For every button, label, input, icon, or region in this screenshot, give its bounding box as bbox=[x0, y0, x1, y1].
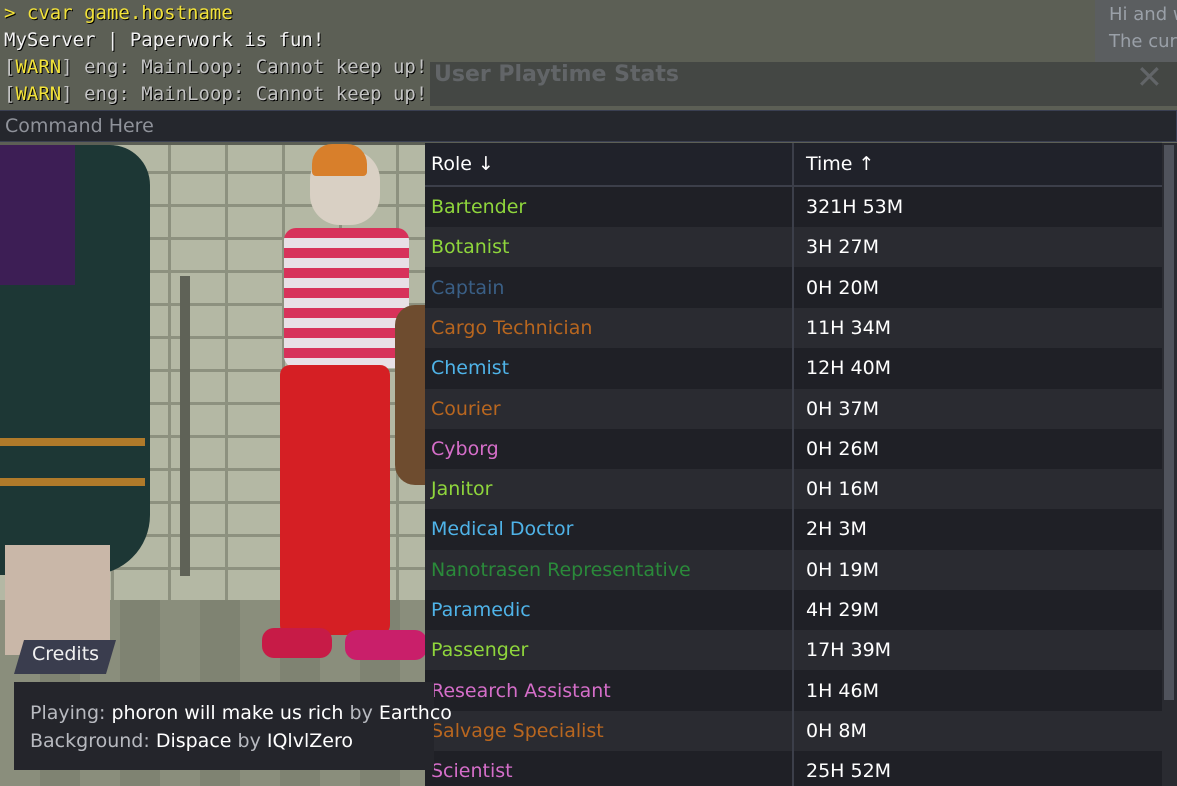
time-cell: 17H 39M bbox=[806, 639, 892, 662]
role-column-header[interactable]: Role ↓ bbox=[431, 143, 494, 185]
chat-line: The cur bbox=[1109, 31, 1177, 52]
track-title: phoron will make us rich bbox=[111, 702, 344, 724]
time-cell: 0H 37M bbox=[806, 397, 879, 420]
warn-tag: WARN bbox=[15, 56, 62, 78]
console-line: MyServer | Paperwork is fun! bbox=[4, 29, 325, 51]
console-command: cvar game.hostname bbox=[15, 2, 233, 24]
background-artist: IQlvlZero bbox=[266, 730, 353, 752]
time-cell: 4H 29M bbox=[806, 599, 879, 621]
warn-bracket: ] bbox=[61, 56, 73, 78]
console-line: > cvar game.hostname bbox=[4, 0, 233, 27]
time-cell: 1H 46M bbox=[806, 679, 879, 702]
time-cell: 321H 53M bbox=[806, 196, 904, 218]
playing-label: Playing: bbox=[30, 702, 106, 724]
clown-shoe bbox=[262, 628, 332, 658]
prompt-symbol: > bbox=[4, 2, 16, 24]
role-cell: Captain bbox=[431, 276, 505, 299]
console-message: eng: MainLoop: Cannot keep up! bbox=[72, 83, 428, 105]
by-label: by bbox=[237, 730, 261, 752]
credits-panel bbox=[14, 682, 434, 770]
clown-pants bbox=[280, 365, 390, 635]
time-cell: 0H 26M bbox=[806, 437, 879, 460]
console-log: > cvar game.hostname MyServer | Paperwor… bbox=[0, 0, 1095, 108]
role-cell: Bartender bbox=[431, 196, 527, 218]
role-cell: Research Assistant bbox=[431, 679, 611, 702]
playtime-table: Role ↓ Time ↑ Bartender 321H 53M Botanist 3… bbox=[425, 143, 1162, 786]
track-artist: Earthco bbox=[378, 702, 452, 724]
warn-bracket: [ bbox=[4, 56, 16, 78]
chat-panel[interactable]: Hi and w The cur bbox=[1095, 0, 1177, 62]
role-cell: Chemist bbox=[431, 357, 510, 380]
role-cell: Medical Doctor bbox=[431, 518, 574, 541]
time-cell: 0H 8M bbox=[806, 719, 867, 742]
time-cell: 0H 16M bbox=[806, 478, 879, 501]
role-cell: Passenger bbox=[431, 639, 529, 662]
background-title: Dispace bbox=[155, 730, 232, 752]
now-playing: Playing: phoron will make us rich by Ear… bbox=[30, 702, 452, 724]
cloak-trim bbox=[0, 478, 145, 486]
clown-shirt bbox=[284, 228, 409, 368]
background-label: Background: bbox=[30, 730, 150, 752]
role-cell: Paramedic bbox=[431, 599, 531, 621]
role-cell: Courier bbox=[431, 397, 501, 420]
warn-tag: WARN bbox=[15, 83, 62, 105]
background-credit: Background: Dispace by IQlvlZero bbox=[30, 730, 353, 752]
time-cell: 0H 19M bbox=[806, 558, 879, 581]
command-input[interactable] bbox=[0, 110, 1177, 142]
dev-console: > cvar game.hostname MyServer | Paperwor… bbox=[0, 0, 1177, 145]
time-cell: 2H 3M bbox=[806, 518, 867, 541]
role-cell: Cargo Technician bbox=[431, 316, 593, 339]
by-label: by bbox=[349, 702, 373, 724]
column-divider bbox=[792, 143, 794, 786]
close-icon[interactable]: ✕ bbox=[1136, 58, 1163, 96]
clown-shoe bbox=[345, 630, 427, 660]
console-line: [WARN] eng: MainLoop: Cannot keep up! bbox=[4, 54, 427, 81]
console-line: [WARN] eng: MainLoop: Cannot keep up! bbox=[4, 81, 427, 108]
time-cell: 12H 40M bbox=[806, 357, 892, 380]
time-cell: 11H 34M bbox=[806, 316, 892, 339]
console-message: eng: MainLoop: Cannot keep up! bbox=[72, 56, 428, 78]
cloak-purple-hood bbox=[0, 145, 75, 285]
cloak-trim bbox=[0, 438, 145, 446]
time-column-header[interactable]: Time ↑ bbox=[806, 143, 874, 185]
role-cell: Botanist bbox=[431, 236, 510, 259]
chat-line: Hi and w bbox=[1109, 4, 1177, 25]
time-cell: 0H 20M bbox=[806, 276, 879, 299]
table-scrollbar-thumb[interactable] bbox=[1164, 145, 1174, 700]
wall-pipe bbox=[180, 276, 190, 576]
warn-bracket: ] bbox=[61, 83, 73, 105]
warn-bracket: [ bbox=[4, 83, 16, 105]
character-legs bbox=[5, 545, 110, 655]
role-cell: Janitor bbox=[431, 478, 493, 501]
time-cell: 25H 52M bbox=[806, 760, 892, 783]
role-cell: Cyborg bbox=[431, 437, 499, 460]
role-cell: Scientist bbox=[431, 760, 513, 783]
clown-hair bbox=[312, 144, 367, 176]
role-cell: Salvage Specialist bbox=[431, 719, 604, 742]
time-cell: 3H 27M bbox=[806, 236, 879, 259]
role-cell: Nanotrasen Representative bbox=[431, 558, 691, 581]
credits-tab-label[interactable]: Credits bbox=[32, 643, 99, 665]
